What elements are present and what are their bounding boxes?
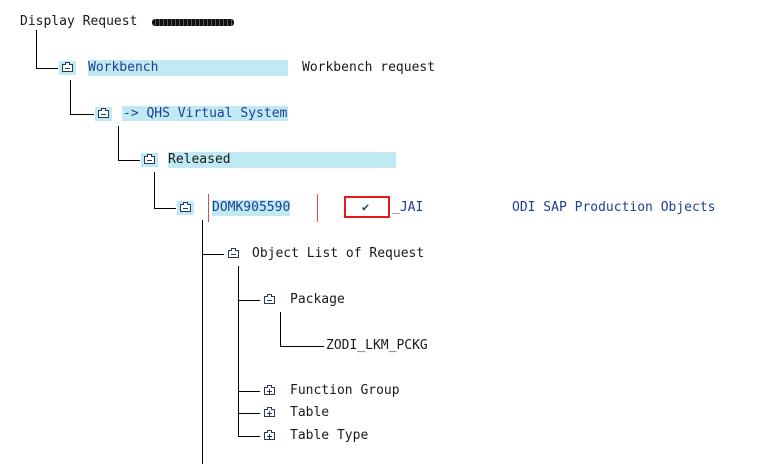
tree-line — [118, 126, 119, 160]
node-workbench-desc: Workbench request — [302, 60, 436, 75]
folder-icon[interactable] — [98, 108, 109, 118]
node-table-type[interactable]: Table Type — [290, 428, 368, 444]
tree-line — [238, 436, 260, 437]
check-icon: ✔ — [362, 200, 370, 214]
node-function-group[interactable]: Function Group — [290, 383, 400, 399]
folder-icon[interactable] — [180, 202, 191, 212]
tree-line — [238, 391, 260, 392]
node-released[interactable]: Released — [168, 152, 396, 168]
tree-line — [154, 172, 155, 208]
tree-line — [238, 413, 260, 414]
header-title: Display Request — [20, 14, 138, 29]
node-request-id[interactable]: DOMK905590 — [212, 200, 291, 216]
node-workbench[interactable]: Workbench — [88, 60, 288, 76]
folder-closed-icon[interactable] — [264, 385, 275, 395]
tree-line — [36, 30, 37, 68]
tree-line — [202, 254, 224, 255]
node-virtual-system-label[interactable]: -> QHS Virtual System — [122, 106, 289, 121]
tree-line — [238, 266, 239, 436]
node-request-owner: _JAI — [392, 200, 424, 215]
tree-line — [36, 68, 58, 69]
folder-icon[interactable] — [144, 154, 155, 164]
folder-icon[interactable] — [228, 248, 239, 258]
tree-line — [202, 220, 203, 464]
request-tree: Display Request Workbench Workbench requ… — [0, 0, 776, 464]
folder-icon[interactable] — [264, 294, 275, 304]
tree-line — [154, 208, 176, 209]
folder-closed-icon[interactable] — [264, 430, 275, 440]
tree-line — [280, 346, 324, 347]
tree-line — [70, 114, 94, 115]
tree-line — [238, 300, 260, 301]
folder-icon[interactable] — [62, 62, 73, 72]
tree-line — [280, 312, 281, 346]
redacted-request-id — [152, 19, 234, 26]
folder-closed-icon[interactable] — [264, 407, 275, 417]
tree-line — [118, 160, 140, 161]
node-package-item[interactable]: ZODI_LKM_PCKG — [326, 338, 428, 354]
tree-line — [70, 80, 71, 114]
node-virtual-system[interactable]: -> QHS Virtual System — [122, 106, 289, 122]
node-table[interactable]: Table — [290, 405, 329, 421]
node-object-list[interactable]: Object List of Request — [252, 246, 424, 262]
node-request-desc: ODI SAP Production Objects — [512, 200, 716, 215]
node-package[interactable]: Package — [290, 292, 345, 308]
